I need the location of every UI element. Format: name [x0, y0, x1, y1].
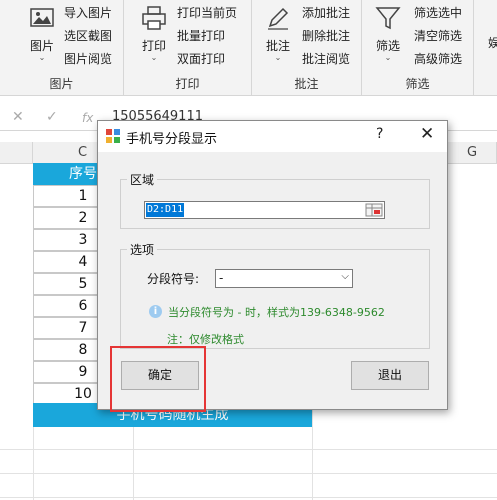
comment-button-label: 批注	[265, 39, 290, 53]
ribbon-group-print: 打印 ⌄ 打印当前页 批量打印 双面打印 打印	[124, 0, 252, 96]
gridline	[0, 449, 497, 450]
filter-selected-button[interactable]: 筛选选中	[414, 2, 462, 22]
partial-ribbon-label: 娱	[487, 36, 497, 50]
import-picture-label: 导入图片	[64, 5, 113, 20]
range-value: D2:D11	[146, 203, 185, 217]
comment-button[interactable]: 批注 ⌄	[260, 4, 296, 62]
partial-ribbon-button[interactable]: 娱	[484, 4, 497, 51]
picture-preview-label: 图片阅览	[64, 51, 113, 66]
cancel-icon[interactable]: ✕	[12, 109, 24, 125]
range-section-label: 区域	[127, 171, 158, 188]
duplex-print-button[interactable]: 双面打印	[177, 48, 225, 68]
pencil-icon	[268, 7, 289, 30]
excel-window: 图片 ⌄ 导入图片 选区截图 图片阅览 图片 打印 ⌄ 打印当前页 批量打印 双…	[0, 0, 497, 500]
gridline	[0, 497, 497, 498]
batch-print-button[interactable]: 批量打印	[177, 25, 225, 45]
delete-comment-label: 删除批注	[302, 28, 351, 43]
column-header-b[interactable]	[0, 142, 33, 164]
add-comment-label: 添加批注	[302, 5, 351, 20]
ribbon-group-comment: 批注 ⌄ 添加批注 删除批注 批注阅览 批注	[252, 0, 362, 96]
formula-controls: ✕ ✓ fx	[0, 105, 106, 131]
delete-comment-button[interactable]: 删除批注	[302, 25, 350, 45]
advanced-filter-label: 高级筛选	[414, 51, 463, 66]
chevron-down-icon: ⌄	[384, 53, 392, 62]
filter-button[interactable]: 筛选 ⌄	[370, 4, 406, 62]
region-screenshot-button[interactable]: 选区截图	[64, 25, 112, 45]
chevron-down-icon: ⌄	[150, 53, 158, 62]
print-current-page-button[interactable]: 打印当前页	[177, 2, 237, 22]
help-button[interactable]: ?	[376, 126, 383, 142]
clear-filter-button[interactable]: 清空筛选	[414, 25, 462, 45]
group-label-filter: 筛选	[405, 77, 430, 91]
batch-print-label: 批量打印	[177, 28, 226, 43]
ribbon-group-picture: 图片 ⌄ 导入图片 选区截图 图片阅览 图片	[0, 0, 124, 96]
chevron-down-icon: ⌄	[274, 53, 282, 62]
separator-select[interactable]: - ⌵	[215, 269, 353, 288]
filter-button-label: 筛选	[375, 39, 400, 53]
filter-icon	[375, 7, 401, 30]
range-input[interactable]: D2:D11	[144, 201, 385, 219]
dialog-title: 手机号分段显示	[126, 132, 218, 147]
info-icon: i	[149, 305, 162, 318]
range-picker-icon[interactable]	[365, 203, 383, 217]
confirm-icon[interactable]: ✓	[46, 109, 58, 125]
ribbon-group-filter: 筛选 ⌄ 筛选选中 清空筛选 高级筛选 筛选	[362, 0, 474, 96]
advanced-filter-button[interactable]: 高级筛选	[414, 48, 462, 68]
column-header-g[interactable]: G	[448, 142, 497, 164]
chevron-down-icon: ⌵	[341, 271, 349, 282]
group-label-picture: 图片	[49, 77, 74, 91]
region-screenshot-label: 选区截图	[64, 28, 113, 43]
picture-button-label: 图片	[29, 39, 54, 53]
picture-preview-button[interactable]: 图片阅览	[64, 48, 112, 68]
group-label-comment: 批注	[294, 77, 319, 91]
fx-icon[interactable]: fx	[82, 111, 93, 125]
separator-value: -	[219, 271, 224, 285]
gridline	[0, 473, 497, 474]
print-button-label: 打印	[141, 39, 166, 53]
separator-label: 分段符号:	[147, 272, 200, 286]
options-section-label: 选项	[127, 241, 158, 258]
print-button[interactable]: 打印 ⌄	[136, 4, 172, 62]
close-button[interactable]: ✕	[420, 124, 434, 144]
ribbon: 图片 ⌄ 导入图片 选区截图 图片阅览 图片 打印 ⌄ 打印当前页 批量打印 双…	[0, 0, 497, 96]
clear-filter-label: 清空筛选	[414, 28, 463, 43]
import-picture-button[interactable]: 导入图片	[64, 2, 112, 22]
add-comment-button[interactable]: 添加批注	[302, 2, 350, 22]
note-text: 注：仅修改格式	[167, 333, 244, 346]
print-current-page-label: 打印当前页	[177, 5, 238, 20]
filter-selected-label: 筛选选中	[414, 5, 463, 20]
printer-icon	[142, 6, 166, 30]
exit-button[interactable]: 退出	[351, 361, 429, 390]
picture-icon	[30, 8, 54, 27]
highlight-box	[110, 346, 206, 412]
chevron-down-icon: ⌄	[38, 53, 46, 62]
picture-button[interactable]: 图片 ⌄	[24, 4, 60, 62]
dialog-titlebar: 手机号分段显示 ? ✕	[98, 121, 447, 152]
duplex-print-label: 双面打印	[177, 51, 226, 66]
app-icon	[106, 129, 120, 143]
comment-preview-button[interactable]: 批注阅览	[302, 48, 350, 68]
comment-preview-label: 批注阅览	[302, 51, 351, 66]
group-label-print: 打印	[175, 77, 200, 91]
info-text: 当分段符号为 - 时，样式为139-6348-9562	[168, 306, 385, 319]
